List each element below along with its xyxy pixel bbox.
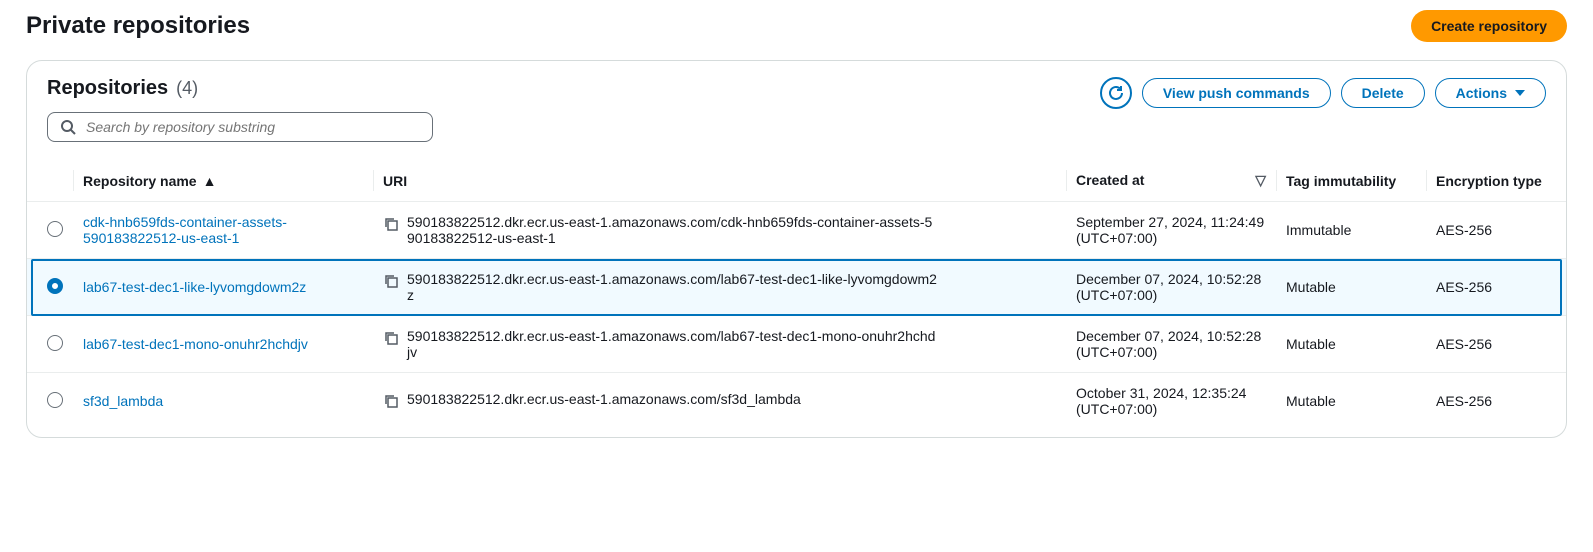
repositories-panel: Repositories (4) View push commands Dele… <box>26 60 1567 438</box>
column-encryption[interactable]: Encryption type <box>1426 160 1566 202</box>
table-row[interactable]: lab67-test-dec1-like-lyvomgdowm2z 5901838… <box>27 259 1566 316</box>
actions-label: Actions <box>1456 85 1507 101</box>
copy-icon[interactable] <box>383 216 399 235</box>
search-icon <box>60 119 76 135</box>
search-input[interactable] <box>86 119 420 135</box>
table-row[interactable]: lab67-test-dec1-mono-onuhr2hchdjv 5901838… <box>27 316 1566 373</box>
sort-asc-icon: ▲ <box>203 173 217 189</box>
sort-desc-icon: ▽ <box>1255 172 1266 189</box>
page-title: Private repositories <box>26 12 250 40</box>
created-at: September 27, 2024, 11:24:49 (UTC+07:00) <box>1066 202 1276 259</box>
refresh-button[interactable] <box>1100 77 1132 109</box>
encryption-type: AES-256 <box>1426 373 1566 430</box>
column-select <box>27 160 73 202</box>
created-at: December 07, 2024, 10:52:28 (UTC+07:00) <box>1066 259 1276 316</box>
column-uri[interactable]: URI <box>373 160 1066 202</box>
view-push-commands-button[interactable]: View push commands <box>1142 78 1331 108</box>
table-row[interactable]: sf3d_lambda 590183822512.dkr.ecr.us-east-… <box>27 373 1566 430</box>
created-at: October 31, 2024, 12:35:24 (UTC+07:00) <box>1066 373 1276 430</box>
uri-text: 590183822512.dkr.ecr.us-east-1.amazonaws… <box>407 271 937 303</box>
uri-text: 590183822512.dkr.ecr.us-east-1.amazonaws… <box>407 391 801 407</box>
create-repository-button[interactable]: Create repository <box>1411 10 1567 42</box>
actions-dropdown-button[interactable]: Actions <box>1435 78 1546 108</box>
tag-immutability: Mutable <box>1276 316 1426 373</box>
tag-immutability: Immutable <box>1276 202 1426 259</box>
encryption-type: AES-256 <box>1426 259 1566 316</box>
repository-link[interactable]: lab67-test-dec1-like-lyvomgdowm2z <box>83 279 306 295</box>
column-tag-immutability[interactable]: Tag immutability <box>1276 160 1426 202</box>
tag-immutability: Mutable <box>1276 259 1426 316</box>
created-at: December 07, 2024, 10:52:28 (UTC+07:00) <box>1066 316 1276 373</box>
chevron-down-icon <box>1515 90 1525 96</box>
repositories-table: Repository name ▲ URI Created at ▽ Tag i… <box>27 160 1566 429</box>
page-header: Private repositories Create repository <box>26 10 1567 42</box>
refresh-icon <box>1108 85 1124 101</box>
column-name[interactable]: Repository name ▲ <box>73 160 373 202</box>
tag-immutability: Mutable <box>1276 373 1426 430</box>
panel-title: Repositories <box>47 77 168 100</box>
repository-link[interactable]: lab67-test-dec1-mono-onuhr2hchdjv <box>83 336 308 352</box>
repository-link[interactable]: sf3d_lambda <box>83 393 163 409</box>
row-radio[interactable] <box>47 335 63 351</box>
copy-icon[interactable] <box>383 330 399 349</box>
column-created[interactable]: Created at ▽ <box>1066 160 1276 202</box>
search-box[interactable] <box>47 112 433 142</box>
panel-actions: View push commands Delete Actions <box>1100 77 1546 109</box>
encryption-type: AES-256 <box>1426 202 1566 259</box>
row-radio[interactable] <box>47 221 63 237</box>
panel-header: Repositories (4) View push commands Dele… <box>27 61 1566 150</box>
copy-icon[interactable] <box>383 393 399 412</box>
row-radio[interactable] <box>47 278 63 294</box>
uri-text: 590183822512.dkr.ecr.us-east-1.amazonaws… <box>407 214 937 246</box>
copy-icon[interactable] <box>383 273 399 292</box>
uri-text: 590183822512.dkr.ecr.us-east-1.amazonaws… <box>407 328 937 360</box>
panel-count: (4) <box>176 78 198 99</box>
table-row[interactable]: cdk-hnb659fds-container-assets-590183822… <box>27 202 1566 259</box>
delete-button[interactable]: Delete <box>1341 78 1425 108</box>
encryption-type: AES-256 <box>1426 316 1566 373</box>
row-radio[interactable] <box>47 392 63 408</box>
repository-link[interactable]: cdk-hnb659fds-container-assets-590183822… <box>83 214 287 246</box>
